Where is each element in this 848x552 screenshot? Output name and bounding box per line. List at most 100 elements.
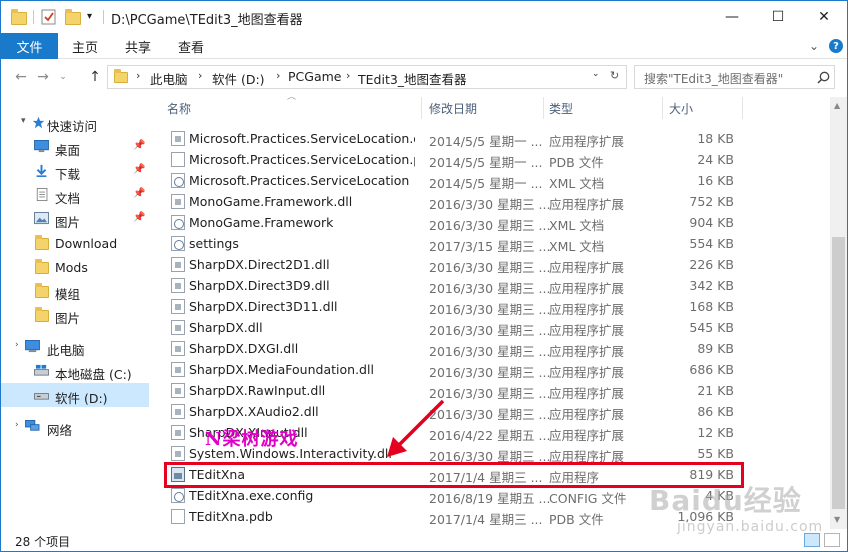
tab-file[interactable]: 文件 [1, 33, 58, 59]
nav-folder-mozu[interactable]: 模组 [1, 279, 149, 303]
search-box[interactable]: 搜索"TEdit3_地图查看器" [634, 65, 835, 89]
column-type[interactable]: 类型 [549, 100, 573, 122]
vertical-scrollbar[interactable]: ▲ ▼ [830, 97, 847, 529]
nav-this-pc[interactable]: › 此电脑 [1, 335, 149, 359]
file-date: 2016/3/30 星期三 ... [429, 197, 551, 212]
file-size: 16 KB [697, 173, 734, 188]
close-button[interactable]: ✕ [801, 1, 847, 33]
file-row[interactable]: SharpDX.DXGI.dll 2016/3/30 星期三 ... 应用程序扩展 8… [159, 338, 829, 359]
nav-folder-mods[interactable]: Mods [1, 255, 149, 279]
tab-view[interactable]: 查看 [178, 33, 204, 59]
refresh-icon[interactable]: ↻ [610, 69, 619, 82]
customize-qa-icon[interactable]: ▾ [87, 11, 103, 27]
file-date: 2016/3/30 星期三 ... [429, 365, 551, 380]
file-size: 21 KB [697, 383, 734, 398]
nav-desktop[interactable]: 桌面 📌 [1, 135, 149, 159]
chevron-right-icon[interactable]: › [15, 420, 19, 430]
file-name: Microsoft.Practices.ServiceLocation [189, 173, 410, 188]
dll-file-icon [171, 362, 185, 377]
ribbon-tabs: 文件 主页 共享 查看 ⌄ ? [1, 33, 847, 59]
pin-icon[interactable]: 📌 [133, 212, 145, 223]
nav-downloads[interactable]: 下载 📌 [1, 159, 149, 183]
nav-network[interactable]: › 网络 [1, 415, 149, 439]
expand-ribbon-icon[interactable]: ⌄ [809, 39, 819, 53]
nav-pictures[interactable]: 图片 📌 [1, 207, 149, 231]
file-row[interactable]: SharpDX.dll 2016/3/30 星期三 ... 应用程序扩展 545 KB [159, 317, 829, 338]
nav-label: 桌面 [55, 143, 81, 158]
nav-label: 模组 [55, 287, 81, 302]
file-row[interactable]: SharpDX.XAudio2.dll 2016/3/30 星期三 ... 应用程序… [159, 401, 829, 422]
file-size: 55 KB [697, 446, 734, 461]
up-arrow-icon[interactable]: ↑ [85, 67, 105, 87]
address-dropdown-icon[interactable]: ⌄ [592, 69, 600, 79]
config-file-icon [171, 236, 185, 251]
nav-folder-pictures[interactable]: 图片 [1, 303, 149, 327]
column-size[interactable]: 大小 [669, 100, 693, 122]
file-row[interactable]: Microsoft.Practices.ServiceLocation 2014/… [159, 170, 829, 191]
file-date: 2016/3/30 星期三 ... [429, 323, 551, 338]
column-date[interactable]: 修改日期 [429, 100, 477, 122]
breadcrumb-drive-d[interactable]: 软件 (D:) [212, 69, 265, 88]
dll-file-icon [171, 257, 185, 272]
file-row[interactable]: MonoGame.Framework 2016/3/30 星期三 ... XML 文… [159, 212, 829, 233]
forward-arrow-icon[interactable]: → [33, 67, 53, 87]
scrollbar-thumb[interactable] [832, 237, 845, 509]
dll-file-icon [171, 320, 185, 335]
chevron-right-icon[interactable]: › [136, 69, 140, 82]
file-row[interactable]: SharpDX.Direct3D9.dll 2016/3/30 星期三 ... 应用… [159, 275, 829, 296]
nav-drive-c[interactable]: 本地磁盘 (C:) [1, 359, 149, 383]
nav-drive-d[interactable]: 软件 (D:) [1, 383, 149, 407]
nav-quick-access[interactable]: ▾ 快速访问 [1, 111, 149, 135]
chevron-right-icon[interactable]: › [346, 69, 350, 82]
folder-icon[interactable] [11, 9, 27, 25]
pin-icon[interactable]: 📌 [133, 188, 145, 199]
properties-icon[interactable] [41, 9, 57, 25]
nav-label: 本地磁盘 (C:) [55, 367, 132, 382]
help-icon[interactable]: ? [829, 39, 843, 53]
pin-icon[interactable]: 📌 [133, 140, 145, 151]
file-row[interactable]: SharpDX.Direct2D1.dll 2016/3/30 星期三 ... 应用… [159, 254, 829, 275]
file-row[interactable]: SharpDX.Direct3D11.dll 2016/3/30 星期三 ... 应… [159, 296, 829, 317]
breadcrumb-pcgame[interactable]: PCGame [288, 69, 341, 84]
file-row[interactable]: Microsoft.Practices.ServiceLocation.p...… [159, 149, 829, 170]
file-name: Microsoft.Practices.ServiceLocation.dll [189, 131, 415, 146]
recent-locations-icon[interactable]: ⌄ [53, 67, 73, 87]
search-icon[interactable] [817, 71, 830, 84]
pin-icon[interactable]: 📌 [133, 164, 145, 175]
new-folder-icon[interactable] [65, 9, 81, 25]
scroll-down-icon[interactable]: ▼ [834, 515, 840, 524]
nav-documents[interactable]: 文档 📌 [1, 183, 149, 207]
chevron-right-icon[interactable]: › [276, 69, 280, 82]
back-arrow-icon[interactable]: ← [11, 67, 31, 87]
file-type: 应用程序扩展 [549, 281, 625, 296]
chevron-down-icon[interactable]: ▾ [21, 116, 26, 126]
breadcrumb-tedit3[interactable]: TEdit3_地图查看器 [358, 69, 467, 88]
nav-label: 下载 [55, 167, 81, 182]
file-size: 545 KB [689, 320, 734, 335]
search-input[interactable]: 搜索"TEdit3_地图查看器" [644, 70, 783, 87]
file-row[interactable]: SharpDX.MediaFoundation.dll 2016/3/30 星期三… [159, 359, 829, 380]
address-bar[interactable]: › 此电脑 › 软件 (D:) › PCGame › TEdit3_地图查看器 … [107, 65, 627, 89]
tab-home[interactable]: 主页 [72, 33, 98, 59]
star-icon [32, 116, 45, 129]
file-row[interactable]: Microsoft.Practices.ServiceLocation.dll 2… [159, 128, 829, 149]
tab-share[interactable]: 共享 [125, 33, 151, 59]
file-row[interactable]: settings 2017/3/15 星期三 ... XML 文档 554 KB [159, 233, 829, 254]
file-type: 应用程序扩展 [549, 197, 625, 212]
scroll-up-icon[interactable]: ▲ [834, 101, 840, 110]
file-name: TEditXna.pdb [189, 509, 273, 524]
file-date: 2016/3/30 星期三 ... [429, 281, 551, 296]
nav-folder-download[interactable]: Download [1, 231, 149, 255]
chevron-right-icon[interactable]: › [198, 69, 202, 82]
large-icons-view-icon[interactable] [824, 533, 840, 547]
file-size: 686 KB [689, 362, 734, 377]
minimize-button[interactable]: — [709, 1, 755, 33]
file-size: 168 KB [689, 299, 734, 314]
explorer-window: ▾ D:\PCGame\TEdit3_地图查看器 — ☐ ✕ 文件 主页 共享 … [0, 0, 848, 552]
maximize-button[interactable]: ☐ [755, 1, 801, 33]
column-name[interactable]: 名称 [167, 100, 191, 122]
breadcrumb-this-pc[interactable]: 此电脑 [150, 69, 188, 88]
chevron-right-icon[interactable]: › [15, 340, 19, 350]
file-row[interactable]: SharpDX.RawInput.dll 2016/3/30 星期三 ... 应用程… [159, 380, 829, 401]
file-row[interactable]: MonoGame.Framework.dll 2016/3/30 星期三 ... 应… [159, 191, 829, 212]
